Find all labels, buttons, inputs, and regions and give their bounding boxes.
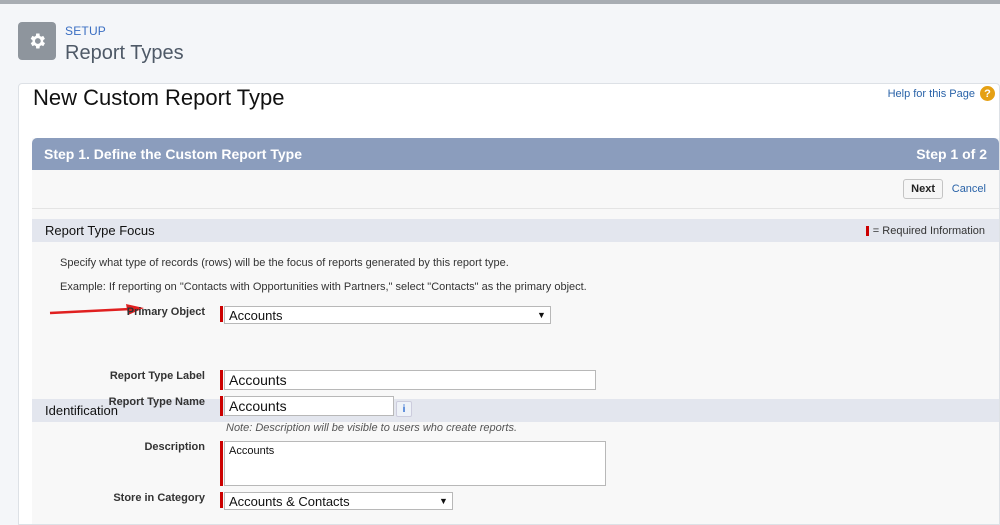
- description-label: Description: [144, 441, 205, 453]
- gear-icon: [18, 22, 56, 60]
- description-textarea[interactable]: Accounts: [224, 441, 606, 486]
- category-select[interactable]: Accounts & Contacts: [224, 492, 453, 510]
- report-type-label-label: Report Type Label: [109, 370, 205, 382]
- help-link[interactable]: Help for this Page: [888, 88, 975, 100]
- required-indicator: [220, 306, 223, 322]
- report-type-focus-header: Report Type Focus = Required Information: [32, 219, 999, 242]
- store-in-category-label: Store in Category: [113, 492, 205, 504]
- info-icon[interactable]: i: [396, 401, 412, 417]
- help-icon[interactable]: ?: [980, 86, 995, 101]
- step-header: Step 1. Define the Custom Report Type St…: [32, 138, 999, 170]
- required-legend: = Required Information: [865, 224, 985, 237]
- cancel-link[interactable]: Cancel: [952, 183, 986, 195]
- focus-example: Example: If reporting on "Contacts with …: [60, 281, 587, 293]
- report-type-name-input[interactable]: [224, 396, 394, 416]
- button-row: Next Cancel: [32, 170, 999, 209]
- page-title: Report Types: [65, 42, 184, 64]
- report-type-label-input[interactable]: [224, 370, 596, 390]
- main-panel: New Custom Report Type Help for this Pag…: [18, 83, 1000, 525]
- primary-object-label: Primary Object: [126, 306, 205, 318]
- required-indicator: [220, 441, 223, 486]
- top-border: [0, 0, 1000, 4]
- required-indicator: [220, 370, 223, 390]
- description-note: Note: Description will be visible to use…: [226, 422, 518, 434]
- required-marker: [865, 225, 869, 236]
- required-indicator: [220, 396, 223, 416]
- focus-instruction: Specify what type of records (rows) will…: [60, 257, 509, 269]
- panel-title: New Custom Report Type: [33, 85, 285, 110]
- primary-object-select[interactable]: Accounts: [224, 306, 551, 324]
- step-block: Step 1. Define the Custom Report Type St…: [32, 138, 999, 524]
- step-progress: Step 1 of 2: [916, 146, 987, 162]
- required-indicator: [220, 492, 223, 508]
- section-title: Report Type Focus: [45, 223, 155, 238]
- next-button[interactable]: Next: [903, 179, 943, 199]
- report-type-name-label: Report Type Name: [108, 396, 205, 408]
- setup-label: SETUP: [65, 24, 107, 38]
- help-link-container[interactable]: Help for this Page ?: [888, 86, 995, 101]
- step-title: Step 1. Define the Custom Report Type: [44, 146, 302, 162]
- required-legend-text: = Required Information: [872, 224, 985, 237]
